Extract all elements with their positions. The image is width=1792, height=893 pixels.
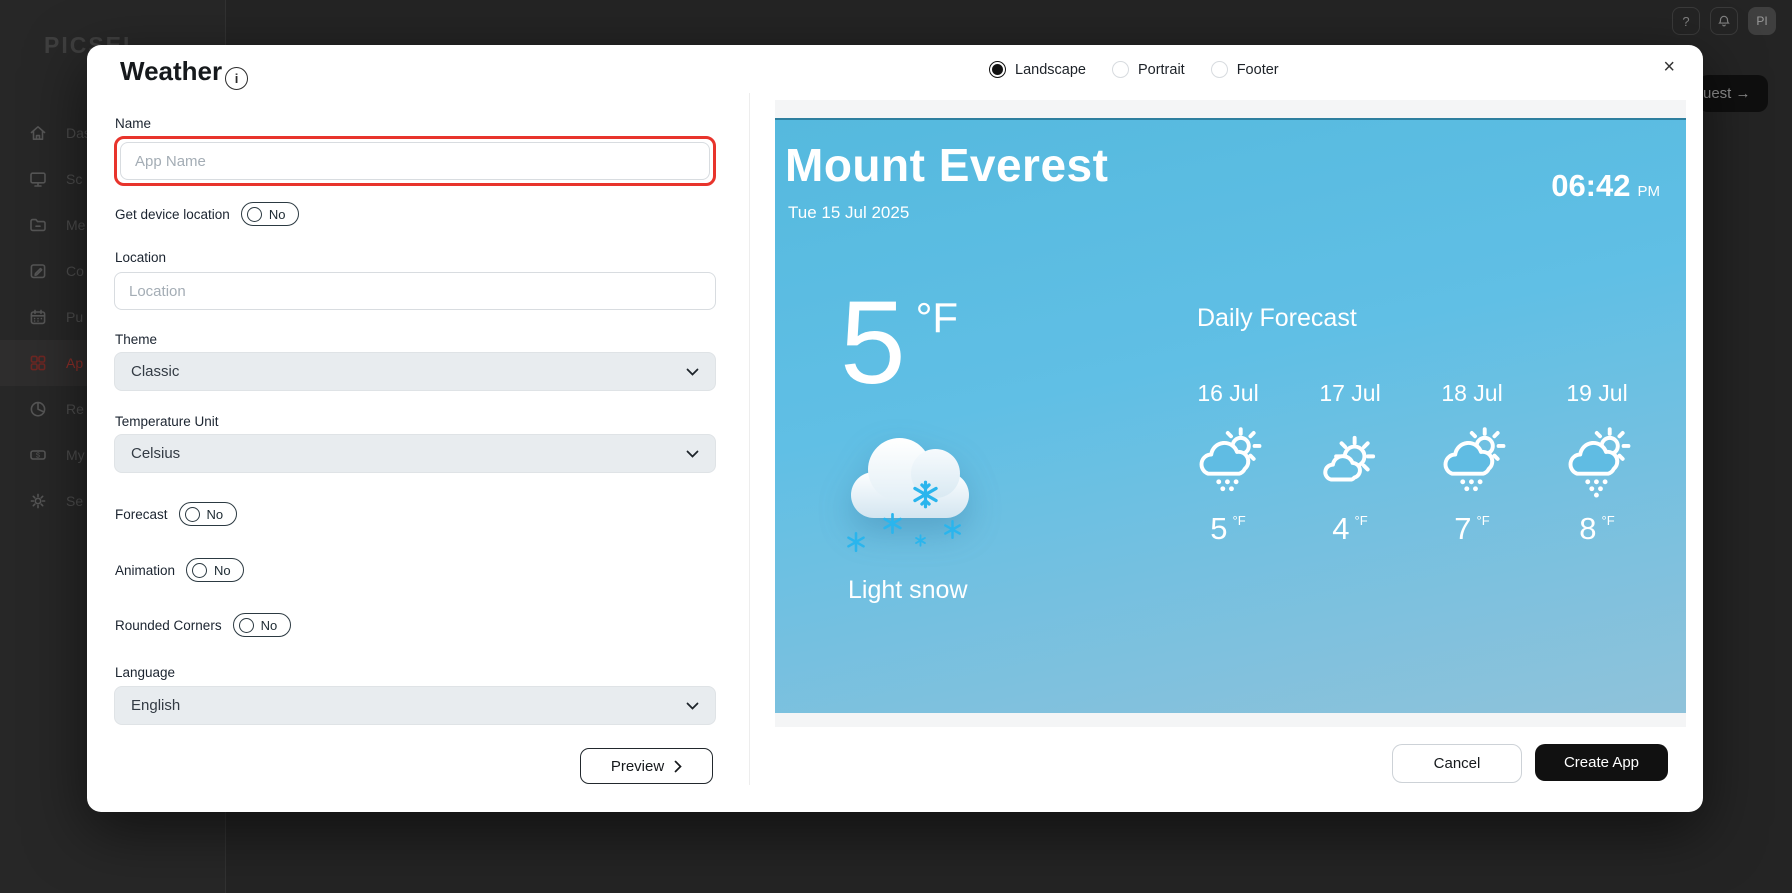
forecast-day: 18 Jul 7 °F	[1416, 380, 1528, 547]
chevron-right-icon	[674, 760, 682, 772]
orientation-radio-group: Landscape Portrait Footer	[989, 61, 1279, 78]
radio-dot-icon	[989, 61, 1006, 78]
location-label: Location	[115, 250, 167, 265]
sidebar-item-label: Pu	[66, 309, 84, 325]
theme-label: Theme	[115, 332, 158, 347]
animation-label: Animation	[115, 562, 176, 578]
close-icon[interactable]: ×	[1663, 57, 1675, 77]
sidebar-item-label: Co	[66, 263, 84, 279]
create-app-button[interactable]: Create App	[1535, 744, 1668, 781]
radio-footer[interactable]: Footer	[1210, 61, 1279, 78]
toggle-knob-icon	[246, 206, 262, 222]
radio-portrait[interactable]: Portrait	[1111, 61, 1185, 78]
snowflake-icon	[913, 480, 938, 509]
info-icon[interactable]: i	[225, 67, 248, 90]
sidebar-item-label: Sc	[66, 171, 83, 187]
cloud-sun-snow-icon	[1199, 427, 1262, 492]
forecast-temp: 4 °F	[1332, 511, 1368, 546]
snowflake-icon	[883, 513, 902, 534]
calendar-icon	[30, 309, 46, 325]
forecast-toggle[interactable]: No	[178, 502, 237, 526]
home-icon	[30, 126, 46, 140]
preview-button[interactable]: Preview	[580, 748, 713, 784]
sidebar-item-label: Se	[66, 493, 84, 509]
gear-icon	[30, 493, 46, 509]
app-name-input[interactable]	[120, 142, 710, 180]
chevron-down-icon	[686, 368, 699, 376]
forecast-day: 16 Jul 5 °F	[1172, 380, 1284, 547]
device-location-row: Get device location No	[115, 202, 299, 226]
forecast-temp: 7 °F	[1454, 511, 1490, 546]
name-field-highlight	[114, 136, 716, 186]
language-select[interactable]: English	[114, 686, 716, 725]
animation-toggle[interactable]: No	[186, 558, 245, 582]
radio-dot-icon	[1210, 61, 1228, 78]
current-temperature: 5 °F	[840, 277, 959, 409]
cancel-button[interactable]: Cancel	[1392, 744, 1522, 783]
language-label: Language	[115, 665, 176, 680]
name-label: Name	[115, 116, 152, 131]
forecast-temp: 5 °F	[1210, 511, 1246, 546]
forecast-temp: 8 °F	[1579, 511, 1615, 546]
notifications-button[interactable]	[1710, 7, 1738, 35]
toggle-knob-icon	[184, 506, 200, 522]
radio-dot-icon	[1111, 61, 1129, 78]
preview-date: Tue 15 Jul 2025	[788, 203, 910, 222]
forecast-row: Forecast No	[115, 502, 237, 526]
theme-select[interactable]: Classic	[114, 352, 716, 391]
temperature-unit-select[interactable]: Celsius	[114, 434, 716, 473]
snowflake-icon	[915, 534, 926, 547]
device-location-toggle[interactable]: No	[240, 202, 299, 226]
preview-frame-bottom	[775, 713, 1686, 727]
preview-time: 06:42 PM	[1551, 168, 1660, 203]
sidebar-item-label: My	[66, 447, 85, 463]
preview-location-name: Mount Everest	[785, 139, 1109, 191]
weather-preview-card: Mount Everest Tue 15 Jul 2025 06:42 PM 5…	[775, 118, 1686, 713]
current-condition: Light snow	[848, 576, 968, 604]
help-button[interactable]: ?	[1672, 7, 1700, 35]
monitor-icon	[30, 172, 46, 187]
topbar-actions: ? PI	[1672, 7, 1776, 35]
preview-frame-top	[775, 100, 1686, 118]
rounded-corners-row: Rounded Corners No	[115, 613, 291, 637]
rounded-corners-label: Rounded Corners	[115, 617, 222, 633]
toggle-knob-icon	[238, 617, 254, 633]
animation-row: Animation No	[115, 558, 245, 582]
sidebar-item-label: Me	[66, 217, 86, 233]
sidebar-item-label: Ap	[66, 355, 84, 371]
weather-app-modal: Weather i Landscape Portrait Footer × Na…	[87, 45, 1703, 812]
pane-divider	[749, 93, 750, 785]
bell-icon	[1718, 15, 1730, 27]
folder-icon	[30, 218, 46, 232]
snowflake-icon	[847, 532, 865, 552]
screen: PICSEL Das Sc Me Co Pu Ap Re $ My Se ? P…	[0, 0, 1792, 893]
help-icon: ?	[1682, 13, 1690, 29]
daily-forecast-title: Daily Forecast	[1197, 304, 1357, 332]
snowflake-icon	[944, 519, 961, 540]
sun-cloud-icon	[1323, 435, 1376, 482]
ticket-dollar-icon: $	[30, 450, 46, 460]
device-location-label: Get device location	[115, 206, 230, 222]
pie-chart-icon	[30, 401, 46, 417]
avatar[interactable]: PI	[1748, 7, 1776, 35]
rounded-corners-toggle[interactable]: No	[232, 613, 291, 637]
radio-landscape[interactable]: Landscape	[989, 61, 1086, 78]
location-field	[114, 272, 716, 310]
toggle-knob-icon	[192, 562, 208, 578]
sidebar-item-label: Re	[66, 401, 84, 417]
forecast-label: Forecast	[115, 506, 168, 522]
cloud-sun-snow-icon	[1568, 427, 1631, 498]
forecast-day: 17 Jul 4 °F	[1294, 380, 1406, 547]
page-title: Weather	[120, 56, 223, 86]
request-button-partial[interactable]: uest →	[1698, 75, 1768, 112]
temperature-unit-label: Temperature Unit	[115, 414, 219, 429]
cloud-sun-snow-icon	[1443, 427, 1506, 492]
chevron-down-icon	[686, 702, 699, 710]
apps-grid-icon	[30, 355, 46, 371]
chevron-down-icon	[686, 450, 699, 458]
edit-icon	[30, 264, 46, 279]
location-input[interactable]	[114, 272, 716, 310]
forecast-day: 19 Jul 8 °F	[1541, 380, 1653, 547]
